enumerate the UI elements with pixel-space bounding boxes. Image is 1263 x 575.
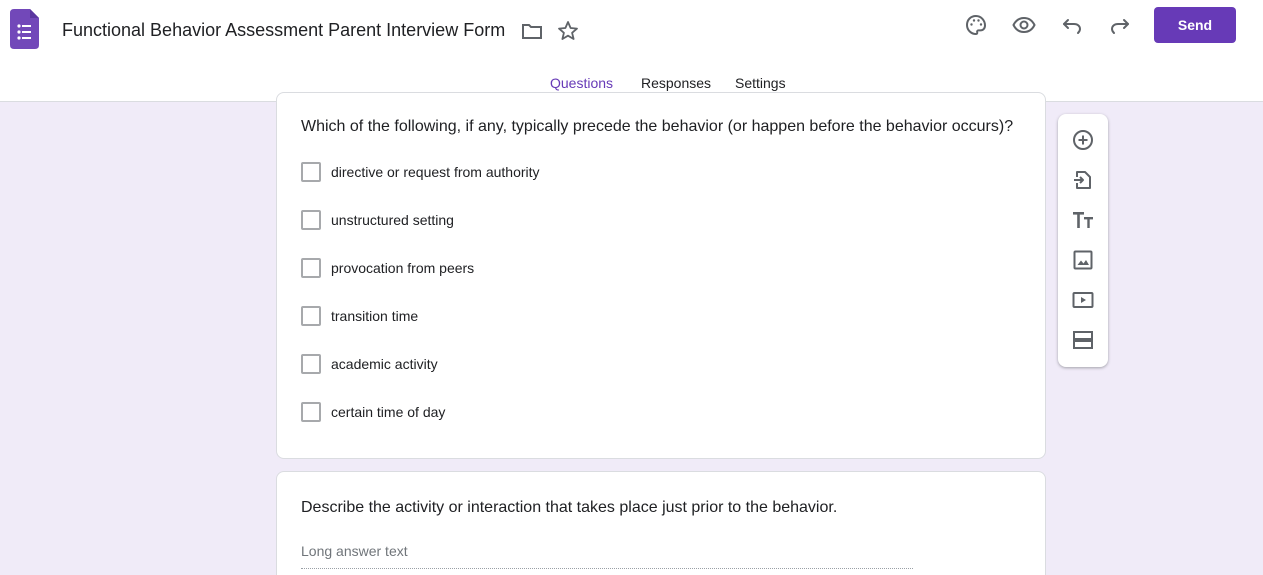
checkbox[interactable] xyxy=(301,162,321,182)
checkbox[interactable] xyxy=(301,306,321,326)
header: Functional Behavior Assessment Parent In… xyxy=(0,0,1263,102)
add-question-icon[interactable] xyxy=(1071,128,1095,152)
floating-toolbar xyxy=(1058,114,1108,367)
option-label: academic activity xyxy=(331,356,438,372)
option-label: transition time xyxy=(331,308,419,324)
checkbox[interactable] xyxy=(301,354,321,374)
redo-icon[interactable] xyxy=(1108,13,1132,37)
option-label: unstructured setting xyxy=(331,212,454,228)
checkbox-option[interactable]: directive or request from authority xyxy=(301,162,540,182)
send-button[interactable]: Send xyxy=(1154,7,1236,43)
checkbox-option[interactable]: academic activity xyxy=(301,354,438,374)
checkbox[interactable] xyxy=(301,210,321,230)
question-title: Which of the following, if any, typicall… xyxy=(301,118,1014,135)
checkbox-option[interactable]: certain time of day xyxy=(301,402,445,422)
checkbox-option[interactable]: transition time xyxy=(301,306,418,326)
undo-icon[interactable] xyxy=(1060,13,1084,37)
tab-questions[interactable]: Questions xyxy=(550,75,613,91)
add-image-icon[interactable] xyxy=(1071,248,1095,272)
forms-logo[interactable] xyxy=(10,9,39,49)
eye-icon[interactable] xyxy=(1012,13,1036,37)
document-title[interactable]: Functional Behavior Assessment Parent In… xyxy=(62,20,505,41)
option-label: certain time of day xyxy=(331,404,446,420)
question-card-antecedents[interactable]: Which of the following, if any, typicall… xyxy=(276,92,1046,459)
palette-icon[interactable] xyxy=(964,13,988,37)
checkbox-option[interactable]: provocation from peers xyxy=(301,258,474,278)
option-label: provocation from peers xyxy=(331,260,475,276)
checkbox[interactable] xyxy=(301,258,321,278)
option-label: directive or request from authority xyxy=(331,164,540,180)
add-title-icon[interactable] xyxy=(1071,208,1095,232)
tab-responses[interactable]: Responses xyxy=(641,75,711,91)
long-answer-field[interactable]: Long answer text xyxy=(301,543,913,569)
tab-settings[interactable]: Settings xyxy=(735,75,786,91)
star-icon[interactable] xyxy=(556,19,580,43)
question-card-prior-activity[interactable]: Describe the activity or interaction tha… xyxy=(276,471,1046,575)
import-questions-icon[interactable] xyxy=(1071,168,1095,192)
checkbox-option[interactable]: unstructured setting xyxy=(301,210,454,230)
add-section-icon[interactable] xyxy=(1071,328,1095,352)
add-video-icon[interactable] xyxy=(1071,288,1095,312)
checkbox[interactable] xyxy=(301,402,321,422)
question-title: Describe the activity or interaction tha… xyxy=(301,499,838,516)
folder-icon[interactable] xyxy=(520,19,544,43)
